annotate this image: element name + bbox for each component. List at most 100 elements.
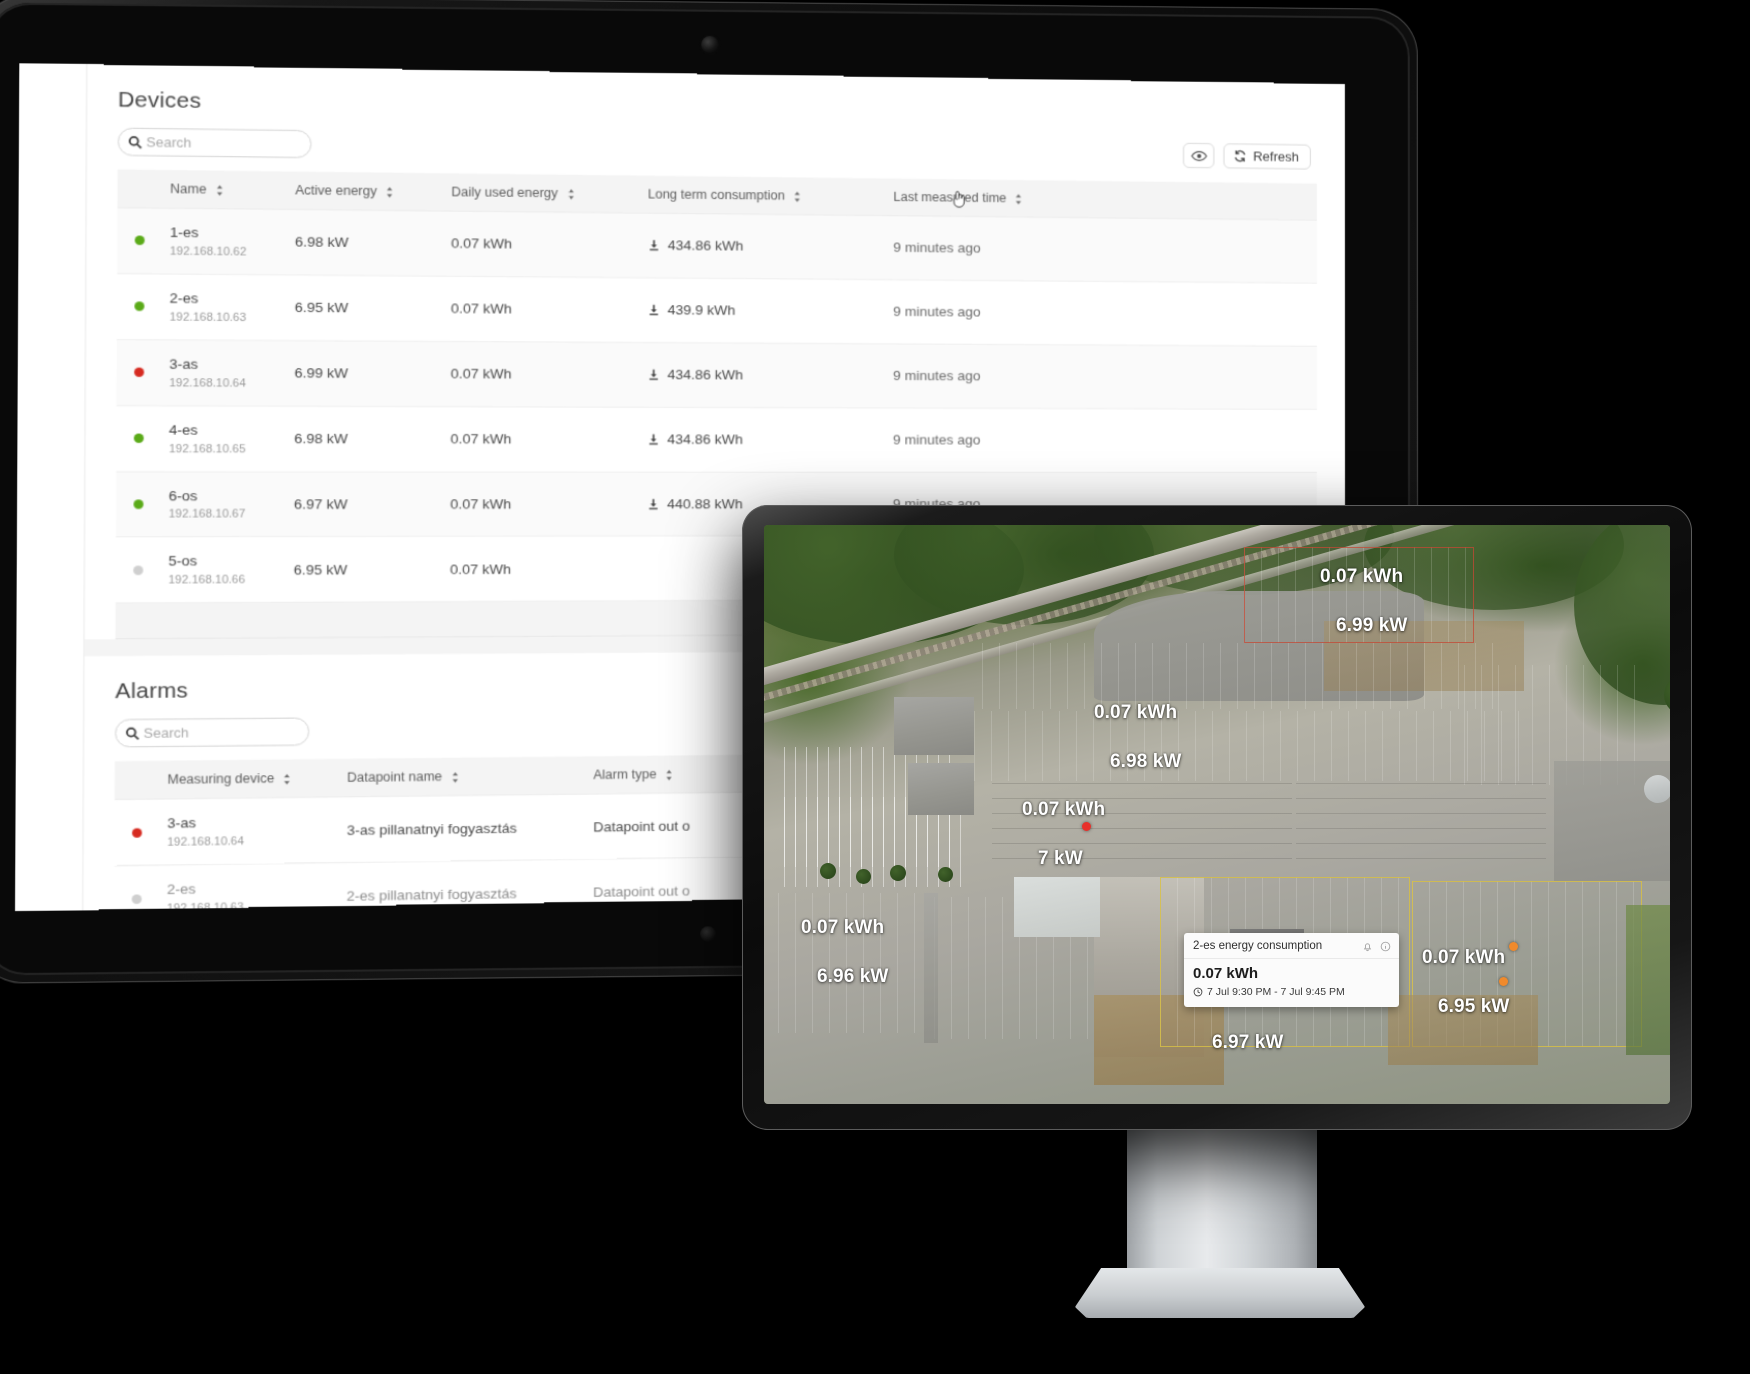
status-indicator-dot (134, 301, 145, 312)
devices-col-long-term-consumption[interactable]: Long term consumption (641, 175, 888, 216)
row-status-cell (116, 405, 163, 472)
row-name-cell: 3-as 192.168.10.64 (162, 339, 289, 406)
device-ip-address: 192.168.10.64 (167, 835, 245, 849)
download-icon[interactable] (647, 369, 660, 381)
map-value-label: 0.07 kWh 6.99 kW (1320, 567, 1407, 635)
map-value-label: 0.07 kWh 6.96 kW (801, 918, 888, 986)
map-building-main-hall-lower (974, 711, 1534, 781)
tooltip-header: 2-es energy consumption (1184, 933, 1399, 959)
refresh-button[interactable]: Refresh (1223, 143, 1311, 170)
devices-col-daily-used-energy[interactable]: Daily used energy (444, 173, 642, 214)
alarms-col-datapoint-name[interactable]: Datapoint name (340, 756, 588, 798)
sort-icon (216, 184, 224, 196)
device-ip-address: 192.168.10.67 (168, 508, 246, 521)
device-ip-address: 192.168.10.65 (168, 442, 246, 456)
devices-status-column-header (117, 169, 164, 209)
row-status-cell (116, 339, 163, 406)
sort-icon (567, 188, 574, 200)
row-active-energy: 6.95 kW (287, 536, 444, 603)
map-datapoint-marker[interactable] (1082, 822, 1091, 831)
toggle-visibility-button[interactable] (1183, 142, 1215, 169)
tooltip-title: 2-es energy consumption (1193, 940, 1323, 952)
table-row[interactable]: 3-as 192.168.10.64 6.99 kW 0.07 kWh 434.86 k… (116, 339, 1317, 409)
row-long-term-consumption: 434.86 kWh (640, 342, 887, 408)
map-label-kwh: 0.07 kWh (1094, 702, 1178, 723)
table-row[interactable]: 1-es 192.168.10.62 6.98 kW 0.07 kWh 434.86 k… (117, 207, 1317, 284)
row-status-cell (114, 799, 161, 866)
pointing-hand-cursor (951, 189, 966, 208)
alarms-search-input[interactable] (140, 724, 300, 742)
row-datapoint-name: 2-es pillanatnyi fogyasztás (339, 859, 587, 912)
download-icon[interactable] (647, 498, 660, 510)
sort-icon (794, 191, 801, 202)
monitor-device-mockup: 0.07 kWh 6.99 kW 0.07 kWh 6.98 kW 0.07 kWh 7 … (742, 505, 1692, 1130)
row-last-measured-time: 9 minutes ago (886, 279, 1317, 346)
search-icon (128, 134, 143, 149)
monitor-stand-neck (1127, 1128, 1317, 1280)
row-last-measured-time: 9 minutes ago (886, 215, 1317, 284)
tooltip-time-range-label: 7 Jul 9:30 PM - 7 Jul 9:45 PM (1207, 986, 1345, 998)
devices-panel-toolbar: Refresh (117, 127, 1317, 171)
map-tree (856, 869, 871, 884)
row-daily-used-energy: 0.07 kWh (444, 276, 642, 343)
map-storage-tank (1644, 775, 1670, 803)
map-label-kw: 6.96 kW (817, 966, 889, 987)
map-label-kw: 6.99 kW (1336, 615, 1408, 636)
row-datapoint-name: 3-as pillanatnyi fogyasztás (340, 794, 587, 863)
status-indicator-dot (133, 499, 144, 509)
map-building-mid-roof-east (1296, 783, 1546, 869)
device-ip-address: 192.168.10.64 (169, 376, 246, 390)
row-long-term-consumption: 439.9 kWh (641, 277, 887, 344)
map-label-kwh: 0.07 kWh (1022, 799, 1106, 820)
tooltip-value: 0.07 kWh (1193, 965, 1259, 982)
row-active-energy: 6.97 kW (287, 471, 444, 537)
camera-icon (701, 35, 719, 54)
devices-search-input[interactable] (142, 134, 302, 152)
alarms-col-measuring-device[interactable]: Measuring device (160, 759, 341, 800)
status-indicator-dot (133, 433, 144, 444)
devices-search-box[interactable] (117, 127, 312, 159)
row-daily-used-energy: 0.07 kWh (443, 406, 641, 472)
row-name-cell: 1-es 192.168.10.62 (163, 208, 289, 275)
map-label-kwh: 0.07 kWh (1320, 566, 1404, 587)
table-row[interactable]: 2-es 192.168.10.63 6.95 kW 0.07 kWh 439.9 kW… (116, 273, 1317, 346)
device-ip-address: 192.168.10.66 (168, 573, 246, 587)
search-icon (125, 726, 140, 741)
devices-col-name[interactable]: Name (163, 169, 289, 210)
row-last-measured-time: 9 minutes ago (886, 343, 1317, 409)
eye-icon (1191, 149, 1207, 161)
row-daily-used-energy: 0.07 kWh (444, 211, 642, 278)
download-icon[interactable] (648, 240, 661, 252)
alarms-search-box[interactable] (114, 717, 310, 748)
map-tree (890, 865, 906, 881)
map-datapoint-tooltip[interactable]: 2-es energy consumption 0.07 kWh 7 Jul 9… (1184, 933, 1399, 1007)
download-icon[interactable] (647, 434, 660, 446)
map-tree (820, 863, 836, 879)
map-datapoint-marker[interactable] (1499, 977, 1508, 986)
devices-col-active-energy[interactable]: Active energy (288, 171, 445, 212)
map-datapoint-marker[interactable] (1509, 942, 1518, 951)
bell-icon[interactable] (1362, 941, 1373, 952)
clock-icon (1193, 987, 1203, 997)
info-icon[interactable] (1380, 941, 1391, 952)
row-status-cell (115, 537, 162, 604)
device-name: 3-as (167, 815, 197, 832)
map-label-kwh: 0.07 kWh (801, 917, 885, 938)
device-name: 1-es (169, 224, 199, 241)
status-indicator-dot (134, 367, 145, 378)
row-measuring-device: 3-as 192.168.10.64 (160, 797, 341, 866)
home-button-icon (700, 926, 716, 942)
tooltip-body: 0.07 kWh 7 Jul 9:30 PM - 7 Jul 9:45 PM (1184, 959, 1399, 1007)
screenshot-stage: Devices Search Refresh Name Active energ… (0, 0, 1750, 1374)
monitor-screen-viewport: 0.07 kWh 6.99 kW 0.07 kWh 6.98 kW 0.07 kWh 7 … (764, 525, 1670, 1104)
aerial-map-canvas[interactable]: 0.07 kWh 6.99 kW 0.07 kWh 6.98 kW 0.07 kWh 7 … (764, 525, 1670, 1104)
download-icon[interactable] (648, 304, 661, 316)
row-name-cell: 2-es 192.168.10.63 (162, 273, 289, 341)
tooltip-time-range: 7 Jul 9:30 PM - 7 Jul 9:45 PM (1193, 986, 1390, 998)
sort-icon (451, 772, 459, 783)
map-value-label: 0.07 kWh 6.98 kW (1094, 703, 1181, 771)
status-indicator-dot (131, 893, 142, 904)
row-status-cell (117, 207, 164, 274)
device-name: 5-os (168, 553, 198, 570)
table-row[interactable]: 4-es 192.168.10.65 6.98 kW 0.07 kWh 434.86 k… (116, 405, 1317, 472)
